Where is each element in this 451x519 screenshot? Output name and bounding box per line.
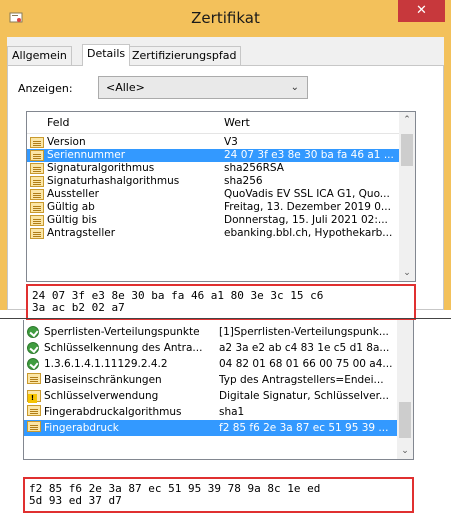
list-item[interactable]: Sperrlisten-Verteilungspunkte [1]Sperrli…: [24, 324, 397, 340]
field-name: Schlüsselkennung des Antra...: [44, 342, 203, 354]
list-item[interactable]: Gültig ab Freitag, 13. Dezember 2019 0..…: [27, 201, 400, 214]
field-value: Freitag, 13. Dezember 2019 0...: [224, 201, 391, 213]
certificate-window: Zertifikat ✕ Allgemein Details Zertifizi…: [0, 0, 451, 320]
field-name: Gültig bis: [47, 214, 97, 226]
tab-allgemein[interactable]: Allgemein: [7, 46, 72, 65]
screenshot-divider: [0, 318, 451, 319]
title-bar[interactable]: Zertifikat ✕: [0, 0, 451, 37]
vertical-scrollbar[interactable]: ⌄: [397, 320, 413, 459]
list-item-selected[interactable]: Seriennummer 24 07 3f e3 8e 30 ba fa 46 …: [27, 149, 400, 162]
field-icon: [30, 215, 44, 226]
extension-icon: [27, 326, 39, 338]
show-label: Anzeigen:: [18, 82, 73, 95]
field-name: Signaturhashalgorithmus: [47, 175, 180, 187]
list-item[interactable]: Gültig bis Donnerstag, 15. Juli 2021 02:…: [27, 214, 400, 227]
value-detail-box[interactable]: 24 07 3f e3 8e 30 ba fa 46 a1 80 3e 3c 1…: [26, 284, 416, 320]
details-panel-scrolled: Sperrlisten-Verteilungspunkte [1]Sperrli…: [23, 320, 414, 519]
dialog-client: Allgemein Details Zertifizierungspfad An…: [7, 37, 444, 320]
column-header-field[interactable]: Feld: [47, 116, 70, 129]
field-name: Schlüsselverwendung: [44, 390, 159, 402]
field-icon: [30, 228, 44, 239]
list-item[interactable]: Signaturhashalgorithmus sha256: [27, 175, 400, 188]
list-item[interactable]: Fingerabdruckalgorithmus sha1: [24, 404, 397, 420]
scroll-down-icon[interactable]: ⌄: [399, 265, 415, 281]
list-item[interactable]: 1.3.6.1.4.1.11129.2.4.2 04 82 01 68 01 6…: [24, 356, 397, 372]
field-icon: [27, 373, 41, 384]
column-header-value[interactable]: Wert: [224, 116, 250, 129]
list-item[interactable]: Signaturalgorithmus sha256RSA: [27, 162, 400, 175]
tab-zertifizierungspfad[interactable]: Zertifizierungspfad: [127, 46, 242, 65]
field-value: f2 85 f6 2e 3a 87 ec 51 95 39 ...: [219, 422, 389, 434]
field-name: Seriennummer: [47, 149, 126, 161]
field-name: Sperrlisten-Verteilungspunkte: [44, 326, 200, 338]
field-value: Typ des Antragstellers=Endei...: [219, 374, 384, 386]
scroll-thumb[interactable]: [399, 402, 411, 438]
extension-icon: [27, 358, 39, 370]
field-icon: [27, 405, 41, 416]
field-value: QuoVadis EV SSL ICA G1, Quo...: [224, 188, 390, 200]
field-value: Donnerstag, 15. Juli 2021 02:...: [224, 214, 388, 226]
field-icon: [30, 150, 44, 161]
field-value: a2 3a e2 ab c4 83 1e c5 d1 8a...: [219, 342, 390, 354]
field-name: Aussteller: [47, 188, 99, 200]
field-name: Fingerabdruck: [44, 422, 119, 434]
field-value: 24 07 3f e3 8e 30 ba fa 46 a1 ...: [224, 149, 394, 161]
value-detail-line-2: 5d 93 ed 37 d7: [29, 494, 122, 507]
field-value: sha256: [224, 175, 263, 187]
list-item[interactable]: Aussteller QuoVadis EV SSL ICA G1, Quo..…: [27, 188, 400, 201]
field-value: Digitale Signatur, Schlüsselver...: [219, 390, 389, 402]
field-name: Version: [47, 136, 86, 148]
value-detail-line-2: 3a ac b2 02 a7: [32, 301, 125, 314]
field-value: 04 82 01 68 01 66 00 75 00 a4...: [219, 358, 393, 370]
list-item-selected[interactable]: Fingerabdruck f2 85 f6 2e 3a 87 ec 51 95…: [24, 420, 397, 436]
show-dropdown[interactable]: <Alle> ⌄: [98, 76, 308, 99]
field-value: sha256RSA: [224, 162, 284, 174]
window-title: Zertifikat: [191, 9, 260, 27]
field-name: Gültig ab: [47, 201, 95, 213]
field-name: 1.3.6.1.4.1.11129.2.4.2: [44, 358, 168, 370]
field-value: ebanking.bbl.ch, Hypothekarb...: [224, 227, 393, 239]
field-value: sha1: [219, 406, 245, 418]
field-name: Basiseinschränkungen: [44, 374, 162, 386]
field-name: Signaturalgorithmus: [47, 162, 155, 174]
value-detail-box[interactable]: f2 85 f6 2e 3a 87 ec 51 95 39 78 9a 8c 1…: [23, 477, 414, 513]
field-value: V3: [224, 136, 238, 148]
list-item[interactable]: Schlüsselkennung des Antra... a2 3a e2 a…: [24, 340, 397, 356]
list-item[interactable]: Schlüsselverwendung Digitale Signatur, S…: [24, 388, 397, 404]
scroll-thumb[interactable]: [401, 134, 413, 166]
fields-list[interactable]: Feld Wert Version V3 Seriennummer 24 07 …: [26, 111, 416, 282]
field-icon: [27, 421, 41, 432]
scroll-up-icon[interactable]: ⌃: [399, 112, 415, 128]
field-icon: [30, 137, 44, 148]
list-item[interactable]: Antragsteller ebanking.bbl.ch, Hypotheka…: [27, 227, 400, 240]
show-dropdown-value: <Alle>: [106, 81, 145, 94]
field-name: Antragsteller: [47, 227, 116, 239]
warning-icon: [27, 390, 41, 403]
fields-list-scrolled[interactable]: Sperrlisten-Verteilungspunkte [1]Sperrli…: [23, 320, 414, 460]
field-icon: [30, 202, 44, 213]
list-header: Feld Wert: [27, 112, 400, 134]
list-item[interactable]: Basiseinschränkungen Typ des Antragstell…: [24, 372, 397, 388]
tab-details[interactable]: Details: [82, 44, 131, 66]
chevron-down-icon: ⌄: [290, 82, 299, 93]
field-icon: [30, 189, 44, 200]
field-value: [1]Sperrlisten-Verteilungspunk...: [219, 326, 389, 338]
details-tab-page: Anzeigen: <Alle> ⌄ Feld Wert Version V3 …: [7, 65, 444, 320]
scroll-down-icon[interactable]: ⌄: [397, 443, 413, 459]
field-name: Fingerabdruckalgorithmus: [44, 406, 182, 418]
extension-icon: [27, 342, 39, 354]
field-icon: [30, 176, 44, 187]
close-button[interactable]: ✕: [398, 0, 445, 22]
field-icon: [30, 163, 44, 174]
vertical-scrollbar[interactable]: ⌃ ⌄: [399, 112, 415, 281]
list-item[interactable]: Version V3: [27, 136, 400, 149]
